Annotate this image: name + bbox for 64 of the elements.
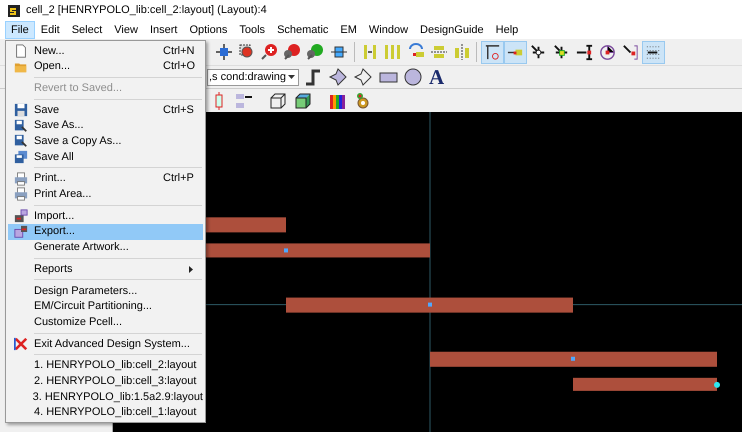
menu-item[interactable]: Design Parameters...	[8, 282, 203, 299]
snap-mode-icon[interactable]	[642, 40, 665, 64]
floppy-disk-icon	[14, 134, 28, 148]
floppy-disks-icon	[14, 150, 28, 164]
import-icon	[14, 209, 28, 224]
zoom-in-icon[interactable]	[260, 42, 280, 62]
menu-item[interactable]: Open... Ctrl+O	[8, 58, 203, 74]
menu-item[interactable]: Generate Artwork...	[8, 240, 203, 256]
printer-icon	[14, 172, 28, 186]
pin-marker[interactable]	[428, 302, 432, 307]
menu-item[interactable]: 3. HENRYPOLO_lib:1.5a2.9:layout	[8, 389, 203, 405]
floppy-disk-icon	[14, 118, 28, 133]
menu-item[interactable]: Print... Ctrl+P	[8, 170, 203, 186]
menu-item[interactable]: Select	[66, 21, 108, 39]
menu-item[interactable]: Insert	[144, 21, 184, 39]
polygon-tool-icon[interactable]	[327, 67, 349, 87]
menu-item[interactable]: Export...	[8, 224, 203, 240]
app-icon	[8, 4, 20, 16]
mirror-icon[interactable]	[452, 42, 472, 62]
pin-marker[interactable]	[714, 382, 720, 388]
trace-rectangle[interactable]	[206, 217, 286, 232]
menu-item[interactable]: 2. HENRYPOLO_lib:cell_3:layout	[8, 373, 203, 390]
menu-item[interactable]: Reports	[8, 261, 203, 277]
export-icon	[14, 224, 28, 239]
menu-item[interactable]: Save All	[8, 149, 203, 165]
trace-rectangle[interactable]	[206, 243, 430, 258]
pin-marker[interactable]	[571, 356, 575, 361]
menu-item[interactable]: Schematic	[271, 21, 334, 39]
snap-mode-icon[interactable]	[481, 40, 504, 64]
zoom-out-icon[interactable]	[306, 42, 326, 62]
menu-item[interactable]: Save As...	[8, 118, 203, 134]
menu-item[interactable]: Edit	[34, 21, 66, 39]
menu-item[interactable]: New... Ctrl+N	[8, 43, 203, 59]
solid-cube-icon[interactable]	[293, 90, 313, 110]
menu-item[interactable]: Save a Copy As...	[8, 133, 203, 150]
printer-icon	[14, 187, 28, 202]
pan-icon[interactable]	[214, 42, 234, 62]
menu-item[interactable]: Exit Advanced Design System...	[8, 336, 203, 352]
wireframe-cube-icon[interactable]	[268, 90, 288, 110]
menu-item[interactable]: 1. HENRYPOLO_lib:cell_2:layout	[8, 358, 203, 374]
menu-item[interactable]: File	[5, 21, 35, 39]
text-tool-button[interactable]: A	[427, 66, 446, 88]
menu-item[interactable]: EM/Circuit Partitioning...	[8, 298, 203, 314]
menu-item[interactable]: View	[108, 21, 144, 39]
menu-item[interactable]: DesignGuide	[414, 21, 490, 39]
zoom-in-icon[interactable]	[283, 42, 303, 62]
layer-dropdown[interactable]: ,s cond:drawing	[207, 68, 299, 86]
polyline-tool-icon[interactable]	[352, 67, 374, 87]
pin-marker[interactable]	[284, 248, 288, 252]
menu-item[interactable]: 4. HENRYPOLO_lib:cell_1:layout	[8, 404, 203, 420]
window-title: cell_2 [HENRYPOLO_lib:cell_2:layout] (Layout):4	[26, 3, 267, 18]
menu-item[interactable]: Options	[183, 21, 234, 39]
menu-item[interactable]: EM	[334, 21, 363, 39]
circle-tool-icon[interactable]	[402, 67, 424, 87]
dropdown-arrow-icon	[288, 75, 295, 79]
menu-item[interactable]: Tools	[233, 21, 272, 39]
menu-item[interactable]: Help	[490, 21, 524, 39]
menu-item[interactable]: Save Ctrl+S	[8, 102, 203, 118]
menu-item[interactable]: Print Area...	[8, 186, 203, 202]
menu-item[interactable]: Window	[362, 21, 414, 39]
menu-item[interactable]: Import...	[8, 208, 203, 224]
document-icon	[14, 44, 28, 58]
cross-icon	[14, 336, 28, 351]
menu-item[interactable]: Customize Pcell...	[8, 314, 203, 330]
